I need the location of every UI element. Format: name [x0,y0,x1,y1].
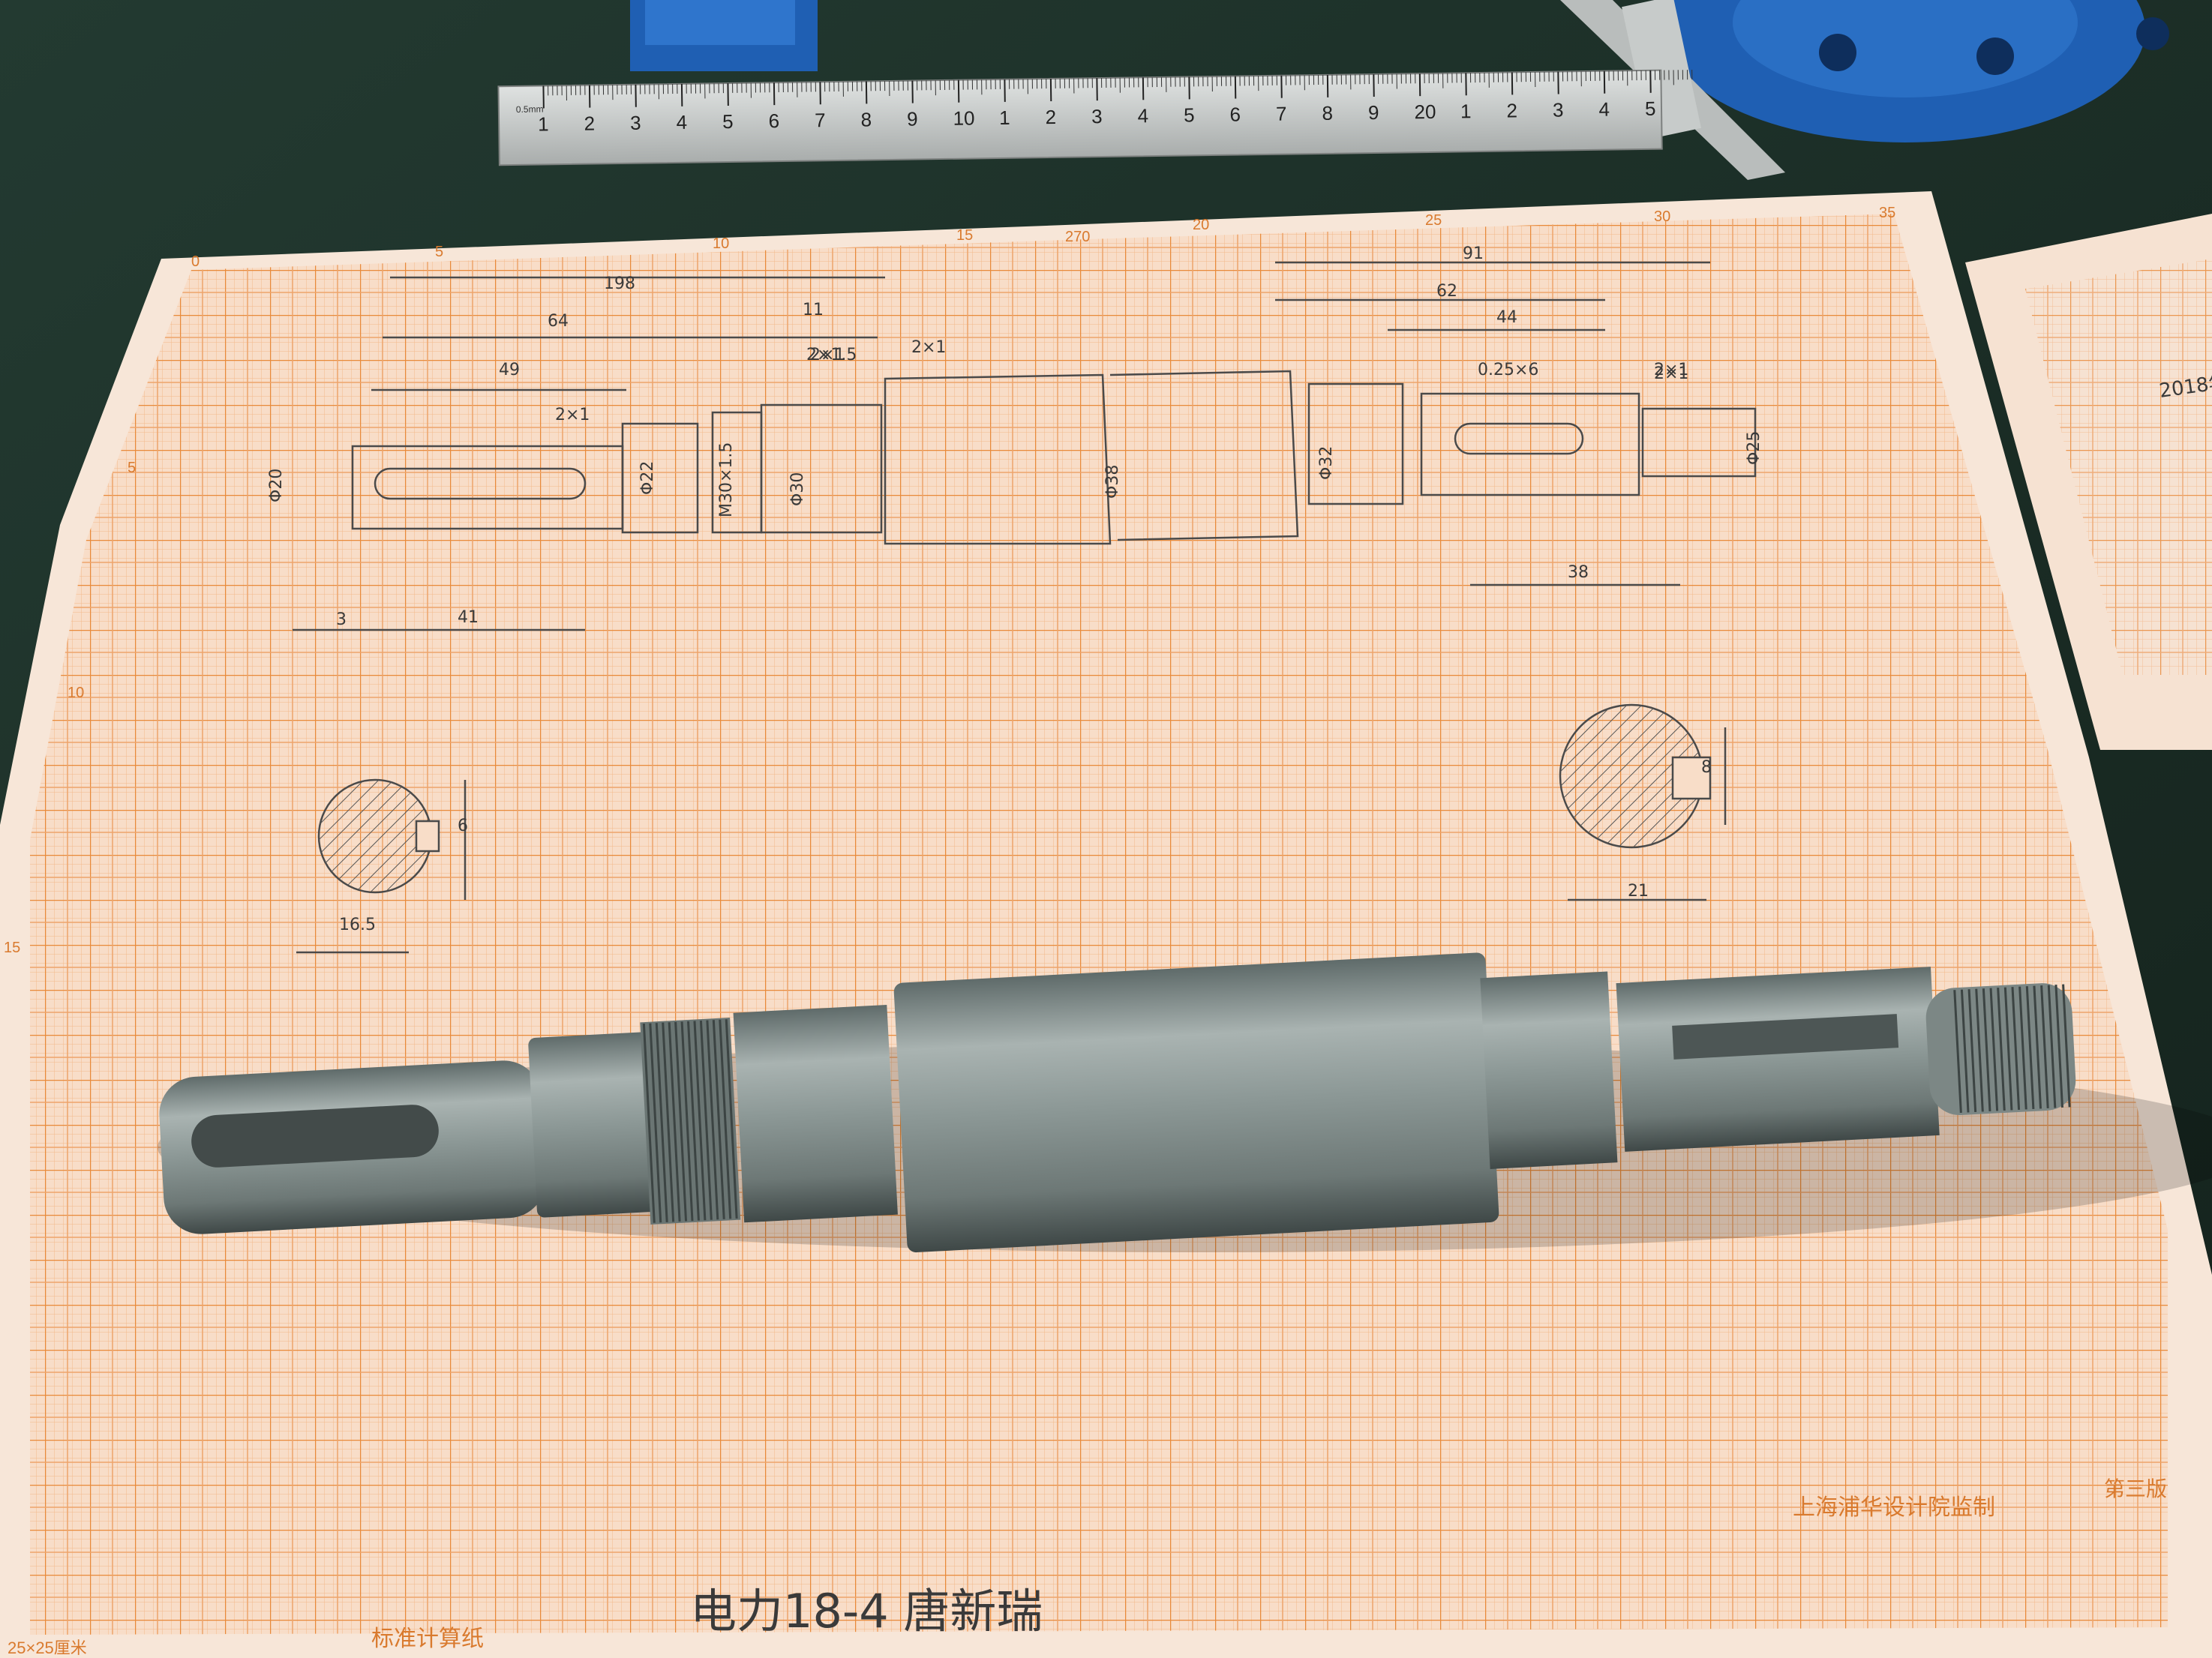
ruler-tick-label: 3 [1553,98,1564,121]
dimension-label-m30x15: M30×1.5 [717,442,736,517]
paper-top-scale-label: 20 [1193,217,1209,233]
photo-scene: 1 2 3 4 5 6 7 8 9 10 1 2 3 4 5 6 7 8 9 20 1 2 3 4 5 0.5mm 2018年 … [0,0,2212,1658]
dimension-label-d2x1_e: 2×1 [1654,361,1688,379]
ruler-tick-label: 2 [584,112,595,134]
dimension-label-d62: 62 [1436,282,1457,301]
ruler-tick-label: 4 [1137,104,1148,127]
graph-paper: 0 5 10 15 270 20 25 30 35 5 10 15 上海浦华设计院监制 第三版 标准… [0,191,2212,1658]
dimension-label-d2x1_a: 2×1 [555,406,590,424]
ruler-tick-label: 2 [1045,106,1056,128]
ruler-tick-label: 1 [538,112,549,135]
dimension-label-d3: 3 [336,610,347,629]
ruler-tick-label: 5 [722,110,734,133]
paper-top-scale-label: 0 [191,253,200,270]
ruler-tick-label: 5 [1184,103,1195,126]
paper-left-scale-label: 15 [4,940,20,956]
dimension-label-d64: 64 [548,312,569,331]
ruler-tick-label: 9 [907,107,918,130]
paper-top-scale-label: 5 [435,244,443,260]
paper-edition: 第三版 [2104,1477,2167,1501]
paper-top-scale-label: 10 [713,235,729,252]
paper-top-scale-label: 35 [1879,205,1895,221]
paper-publisher: 上海浦华设计院监制 [1793,1495,1995,1520]
paper-top-scale-label: 270 [1065,229,1090,245]
paper-top-scale-label: 30 [1654,208,1670,225]
dimension-label-d165: 16.5 [339,916,376,934]
ruler-unit-label: 0.5mm [516,103,544,115]
dimension-label-d21: 21 [1628,882,1649,901]
ruler-tick-label: 3 [630,112,641,134]
dimension-label-d6: 6 [458,817,468,835]
dimension-label-phi38: Φ38 [1103,465,1122,499]
scene-svg: 1 2 3 4 5 6 7 8 9 10 1 2 3 4 5 6 7 8 9 20 1 2 3 4 5 0.5mm 2018年 … [0,0,2212,1658]
dimension-label-d198: 198 [604,274,635,293]
dimension-label-phi22: Φ22 [638,461,657,495]
dimension-label-d49: 49 [499,361,520,379]
paper-title: 标准计算纸 [371,1627,484,1651]
paper-left-scale-label: 10 [68,685,84,701]
ruler-tick-label: 9 [1368,101,1379,124]
ruler-tick-label: 10 [953,106,974,129]
dimension-label-phi32: Φ32 [1317,446,1336,480]
ruler-tick-label: 2 [1506,99,1517,121]
ruler-tick-label: 4 [1598,98,1610,121]
ruler-tick-label: 7 [815,109,826,131]
dimension-label-d025x6: 0.25×6 [1478,361,1538,379]
ruler-tick-label: 1 [999,106,1010,129]
ruler-tick-label: 6 [1229,103,1241,125]
dimension-label-d44: 44 [1496,308,1517,327]
dimension-label-d2x15: 2×1.5 [806,346,857,364]
paper-top-scale-label: 15 [956,227,973,244]
ruler-tick-label: 6 [768,109,779,132]
steel-ruler: 1 2 3 4 5 6 7 8 9 10 1 2 3 4 5 6 7 8 9 20 1 2 3 4 5 0.5mm [497,69,1693,166]
dimension-label-d38: 38 [1568,563,1589,582]
dimension-label-phi25: Φ25 [1745,431,1763,465]
dimension-label-d8: 8 [1701,758,1712,777]
dimension-label-phi30: Φ30 [788,472,807,506]
paper-left-scale-label: 5 [128,460,136,476]
paper-top-scale-label: 25 [1425,212,1442,229]
dimension-label-d91: 91 [1463,244,1484,263]
ruler-tick-label: 5 [1645,97,1656,120]
ruler-tick-label: 7 [1276,103,1287,125]
ruler-tick-label: 1 [1460,100,1472,122]
dimension-label-d41: 41 [458,608,479,627]
ruler-tick-label: 4 [676,111,687,133]
dimension-label-phi20: Φ20 [267,469,286,502]
dimension-label-d2x1_c: 2×1 [911,338,946,357]
dimension-label-d11: 11 [803,301,824,319]
ruler-tick-label: 3 [1091,105,1103,127]
ruler-tick-label: 20 [1414,100,1436,123]
ruler-tick-label: 8 [860,108,872,130]
ruler-tick-label: 8 [1322,102,1333,124]
paper-corner-label: 25×25厘米 [8,1639,87,1657]
handwritten-caption: 电力18-4 唐新瑞 [690,1584,1043,1639]
